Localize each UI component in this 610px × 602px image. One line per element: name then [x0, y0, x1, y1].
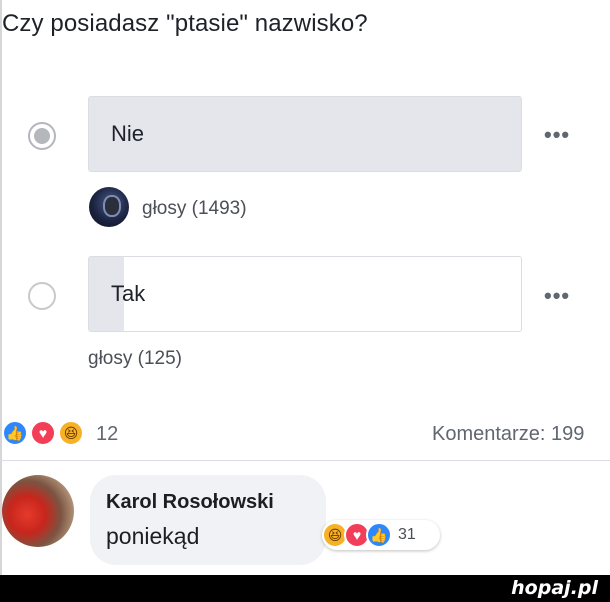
radio-option-nie[interactable] — [28, 122, 56, 150]
comment-reaction-count: 31 — [398, 526, 416, 543]
comments-count-link[interactable]: Komentarze: 199 — [432, 423, 584, 446]
poll-option-nie-label: Nie — [111, 121, 145, 146]
divider — [0, 460, 610, 461]
reaction-count[interactable]: 12 — [96, 423, 118, 446]
poll-question: Czy posiadasz "ptasie" nazwisko? — [2, 10, 368, 37]
comment-text: poniekąd — [106, 523, 200, 549]
poll-option-tak-votes[interactable]: głosy (125) — [88, 348, 182, 370]
comment-bubble: Karol Rosołowski poniekąd — [90, 475, 326, 565]
radio-option-tak[interactable] — [28, 282, 56, 310]
comment-reactions[interactable]: 😆 ♥ 👍 31 — [322, 520, 440, 550]
commenter-avatar[interactable] — [2, 475, 74, 547]
more-options-icon[interactable]: ••• — [544, 285, 570, 307]
like-icon: 👍 — [366, 522, 392, 548]
poll-option-tak-label: Tak — [111, 281, 146, 306]
poll-option-nie-votes[interactable]: głosy (1493) — [142, 198, 247, 220]
watermark-logo: hopaj.pl — [511, 577, 598, 599]
voter-avatar[interactable] — [89, 187, 129, 227]
frame-border — [0, 0, 2, 575]
poll-option-nie-fill — [89, 97, 521, 171]
poll-option-nie[interactable]: Nie — [88, 96, 522, 172]
more-options-icon[interactable]: ••• — [544, 124, 570, 146]
like-icon[interactable]: 👍 — [2, 420, 28, 446]
love-icon[interactable]: ♥ — [30, 420, 56, 446]
footer-bar: hopaj.pl — [0, 575, 610, 602]
poll-option-tak[interactable]: Tak — [88, 256, 522, 332]
comment-author[interactable]: Karol Rosołowski — [106, 491, 274, 514]
haha-icon[interactable]: 😆 — [58, 420, 84, 446]
